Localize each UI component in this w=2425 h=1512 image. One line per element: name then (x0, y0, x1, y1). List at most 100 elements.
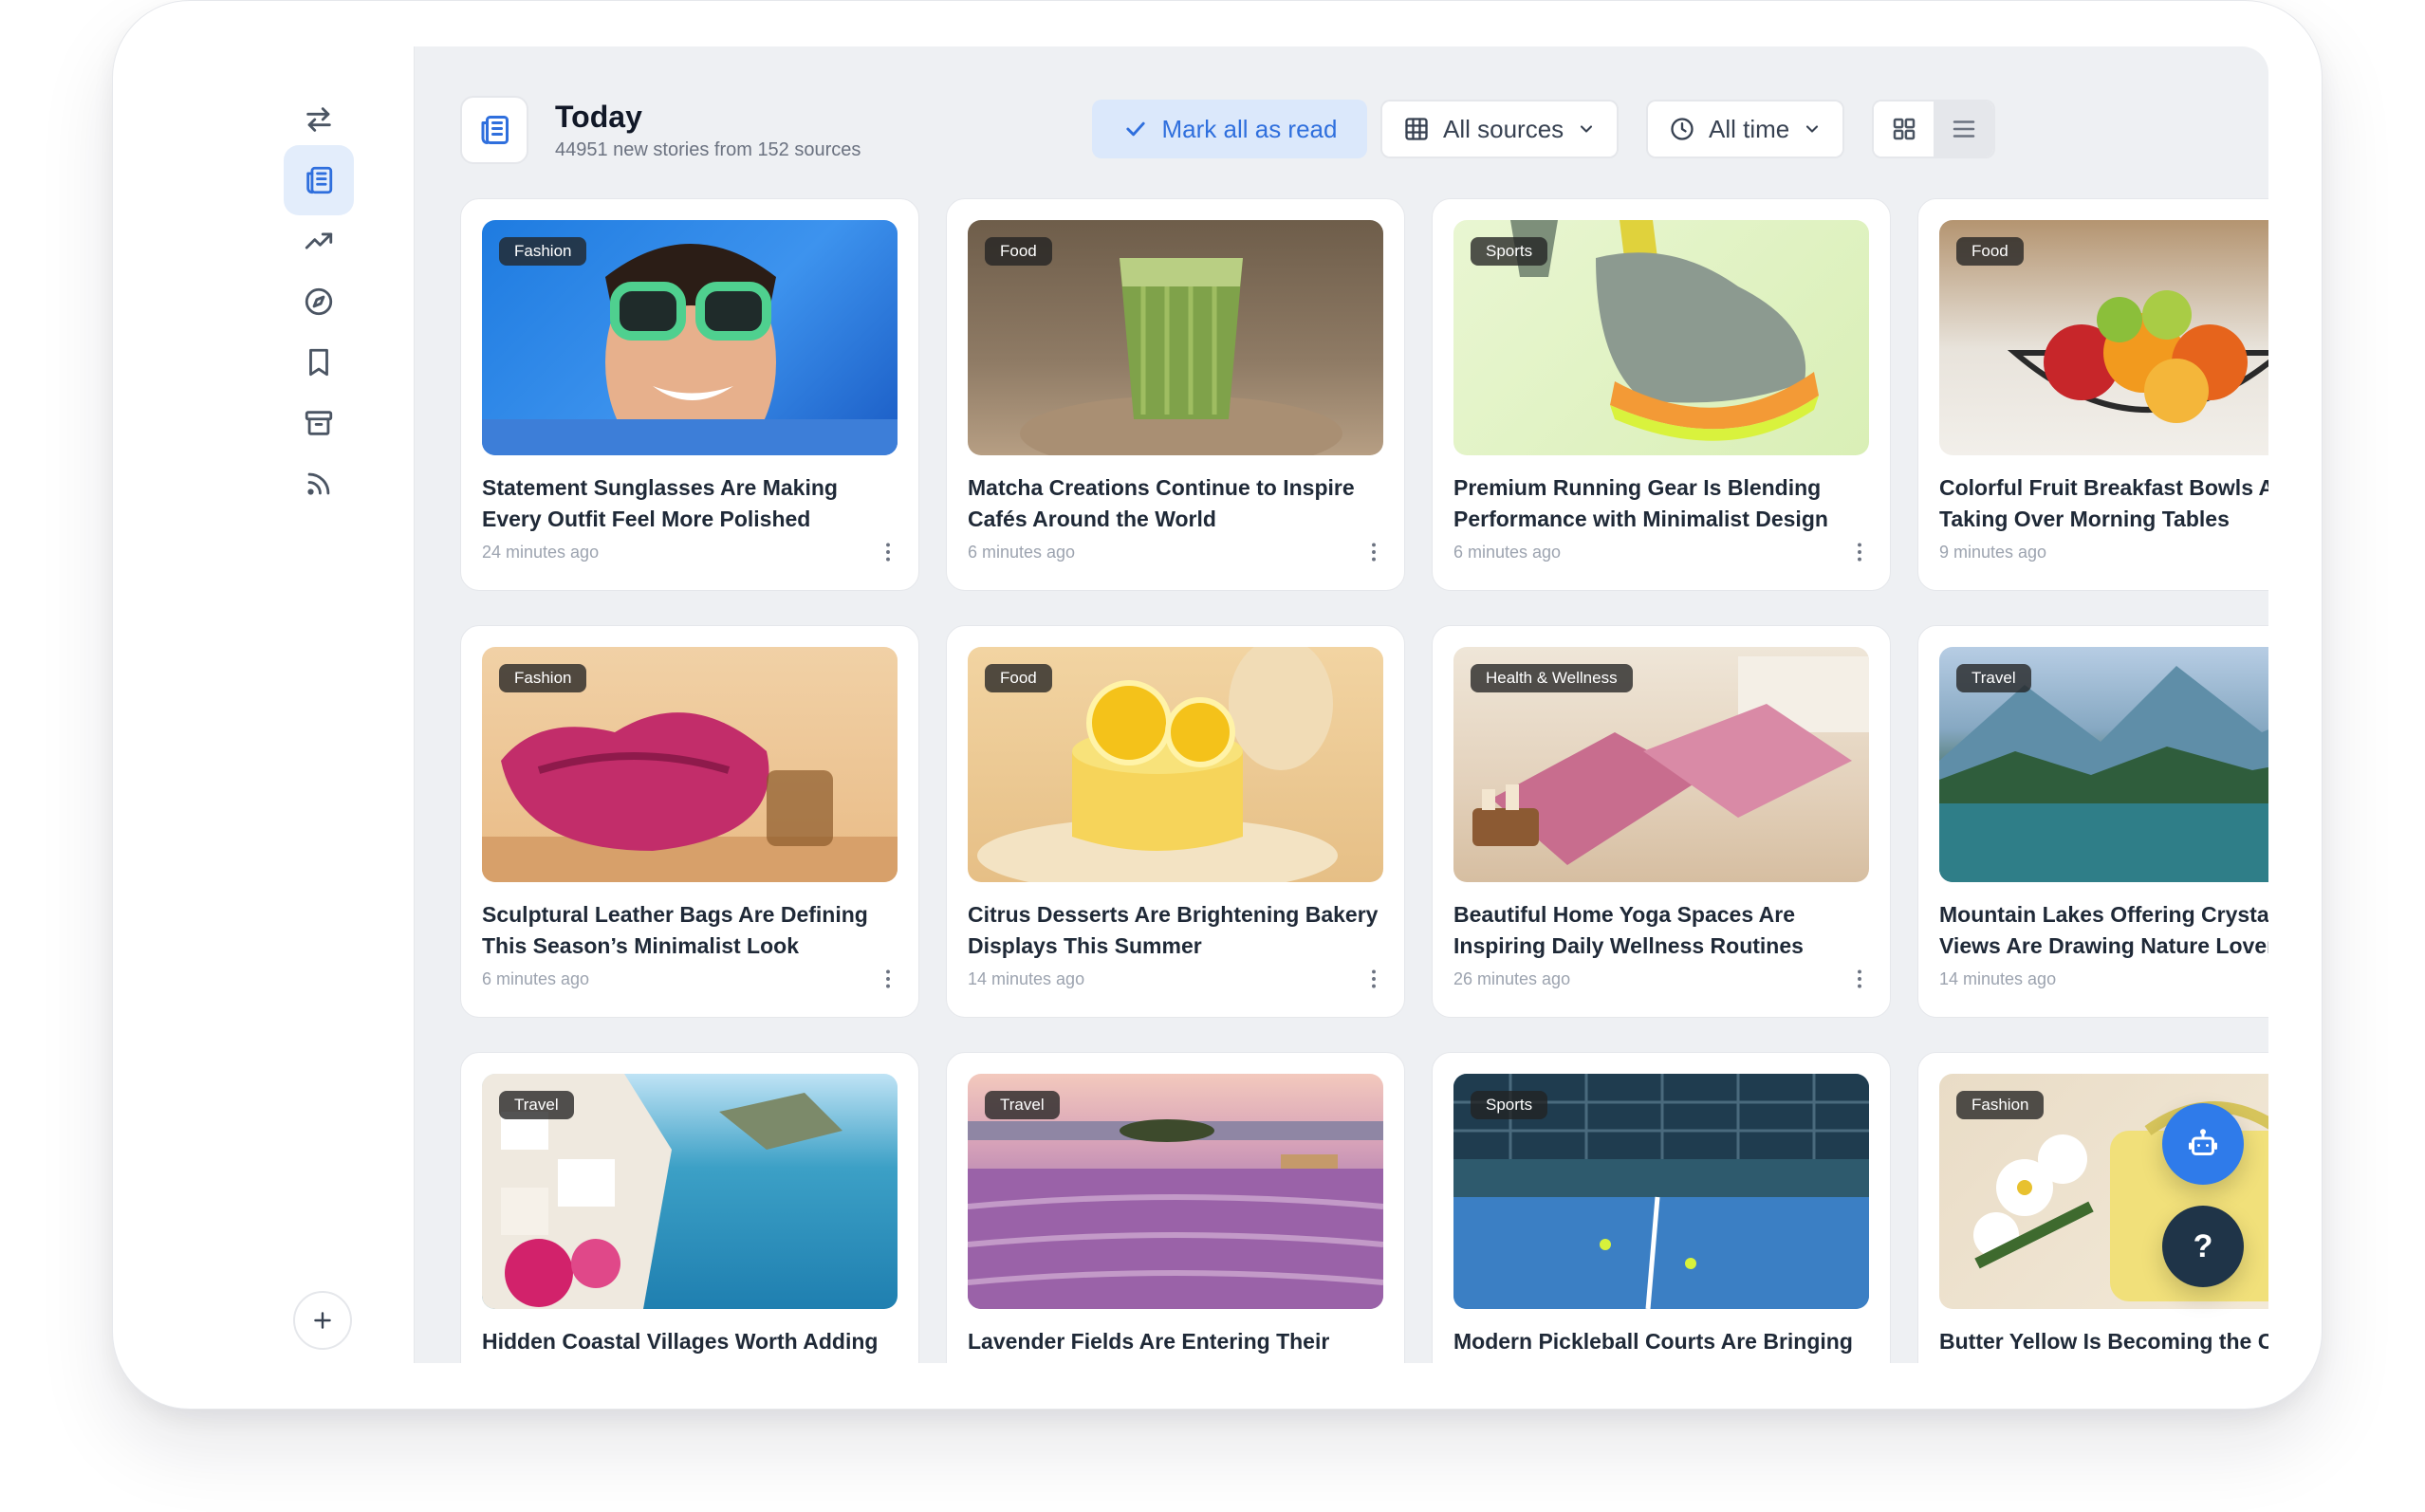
grid-view-button[interactable] (1874, 101, 1934, 157)
story-image: Food (968, 647, 1383, 882)
assistant-bot-button[interactable] (2162, 1103, 2244, 1185)
story-card[interactable]: Fashion Sculptural Leather Bags Are Defi… (460, 625, 919, 1018)
story-title: Modern Pickleball Courts Are Bringing (1453, 1329, 1853, 1354)
story-card[interactable]: Sports Modern Pickleball Courts Are Brin… (1432, 1052, 1891, 1363)
archive-icon (305, 411, 333, 435)
story-image: Fashion (482, 647, 898, 882)
mark-all-read-button[interactable]: Mark all as read (1092, 100, 1367, 158)
category-badge: Travel (1956, 664, 2031, 692)
category-badge: Fashion (499, 237, 587, 266)
story-title: Mountain Lakes Offering Crystal-Clear Vi… (1939, 902, 2268, 958)
category-badge: Sports (1471, 237, 1548, 266)
bookmark-icon (309, 348, 328, 377)
story-title: Statement Sunglasses Are Making Every Ou… (482, 475, 838, 531)
main-content: Today 44951 new stories from 152 sources… (415, 46, 2268, 1363)
story-grid: Fashion Statement Sunglasses Are Making … (460, 198, 2268, 1363)
story-card[interactable]: Health & Wellness Beautiful Home Yoga Sp… (1432, 625, 1891, 1018)
list-view-button[interactable] (1934, 101, 1993, 157)
story-image: Food (1939, 220, 2268, 455)
story-more-button[interactable] (1355, 960, 1393, 998)
more-vertical-icon (1372, 543, 1376, 562)
check-icon (1125, 121, 1145, 137)
story-time: 14 minutes ago (1939, 969, 2057, 988)
sidebar-item-archive[interactable] (284, 388, 354, 458)
help-button[interactable]: ? (2162, 1206, 2244, 1287)
newspaper-icon (481, 116, 509, 144)
sidebar-item-bookmarks[interactable] (284, 327, 354, 397)
grid-table-icon (1405, 118, 1428, 140)
story-more-button[interactable] (1841, 533, 1879, 571)
app-screen: Today 44951 new stories from 152 sources… (263, 46, 2268, 1363)
story-card[interactable]: Travel Lavender Fields Are Entering Thei… (946, 1052, 1405, 1363)
more-vertical-icon (1858, 969, 1861, 988)
plus-icon (314, 1312, 331, 1329)
chevron-down-icon (1581, 125, 1593, 133)
story-image: Sports (1453, 220, 1869, 455)
story-image: Travel (1939, 647, 2268, 882)
compass-icon (305, 287, 333, 316)
story-title: Citrus Desserts Are Brightening Bakery D… (968, 902, 1379, 958)
story-card[interactable]: Sports Premium Running Gear Is Blending … (1432, 198, 1891, 591)
story-image: Food (968, 220, 1383, 455)
story-more-button[interactable] (869, 533, 907, 571)
story-card[interactable]: Fashion Statement Sunglasses Are Making … (460, 198, 919, 591)
sidebar (263, 46, 415, 1363)
sidebar-item-feeds[interactable] (284, 449, 354, 519)
more-vertical-icon (1858, 543, 1861, 562)
story-card[interactable]: Travel Hidden Coastal Villages Worth Add… (460, 1052, 919, 1363)
rss-icon (307, 472, 330, 495)
view-toggle (1872, 100, 1995, 158)
story-title: Hidden Coastal Villages Worth Adding to (482, 1329, 879, 1363)
more-vertical-icon (886, 543, 890, 562)
feed-header-icon (460, 96, 528, 164)
sources-filter-label: All sources (1443, 114, 1564, 143)
robot-icon (2189, 1129, 2217, 1155)
clock-icon (1671, 118, 1694, 140)
story-title: Premium Running Gear Is Blending Perform… (1453, 475, 1828, 531)
story-card[interactable]: Travel Mountain Lakes Offering Crystal-C… (1917, 625, 2268, 1018)
story-image: Travel (968, 1074, 1383, 1309)
story-more-button[interactable] (1841, 960, 1879, 998)
story-time: 26 minutes ago (1453, 969, 1571, 988)
device-frame: Today 44951 new stories from 152 sources… (112, 0, 2323, 1410)
more-vertical-icon (1372, 969, 1376, 988)
toggle-sidebar-button[interactable] (284, 84, 354, 155)
add-feed-button[interactable] (293, 1291, 352, 1350)
category-badge: Travel (985, 1091, 1060, 1119)
newspaper-icon (306, 166, 333, 194)
story-title: Matcha Creations Continue to Inspire Caf… (968, 475, 1355, 531)
category-badge: Travel (499, 1091, 574, 1119)
story-more-button[interactable] (869, 960, 907, 998)
category-badge: Health & Wellness (1471, 664, 1633, 692)
swap-arrows-icon (306, 107, 331, 132)
story-more-button[interactable] (1355, 533, 1393, 571)
story-card[interactable]: Food Matcha Creations Continue to Inspir… (946, 198, 1405, 591)
story-image: Fashion (482, 220, 898, 455)
story-image: Health & Wellness (1453, 647, 1869, 882)
category-badge: Food (1956, 237, 2024, 266)
story-card[interactable]: Food Citrus Desserts Are Brightening Bak… (946, 625, 1405, 1018)
sidebar-item-feed[interactable] (284, 145, 354, 215)
sidebar-item-trending[interactable] (284, 206, 354, 276)
category-badge: Food (985, 664, 1052, 692)
time-filter-label: All time (1709, 114, 1790, 143)
sidebar-item-explore[interactable] (284, 267, 354, 337)
category-badge: Food (985, 237, 1052, 266)
story-title: Lavender Fields Are Entering Their Most (968, 1329, 1330, 1363)
story-card[interactable]: Food Colorful Fruit Breakfast Bowls Are … (1917, 198, 2268, 591)
category-badge: Fashion (499, 664, 587, 692)
story-title: Colorful Fruit Breakfast Bowls Are Takin… (1939, 475, 2268, 531)
story-image: Sports (1453, 1074, 1869, 1309)
sources-filter-dropdown[interactable]: All sources (1380, 100, 1620, 158)
list-view-icon (1953, 120, 1974, 138)
category-badge: Sports (1471, 1091, 1548, 1119)
category-badge: Fashion (1956, 1091, 2045, 1119)
story-time: 24 minutes ago (482, 543, 600, 562)
story-time: 6 minutes ago (1453, 543, 1562, 562)
time-filter-dropdown[interactable]: All time (1646, 100, 1845, 158)
story-time: 9 minutes ago (1939, 543, 2047, 562)
story-image: Travel (482, 1074, 898, 1309)
page-title: Today (555, 100, 642, 134)
chevron-down-icon (1806, 125, 1819, 133)
trending-icon (305, 232, 333, 249)
